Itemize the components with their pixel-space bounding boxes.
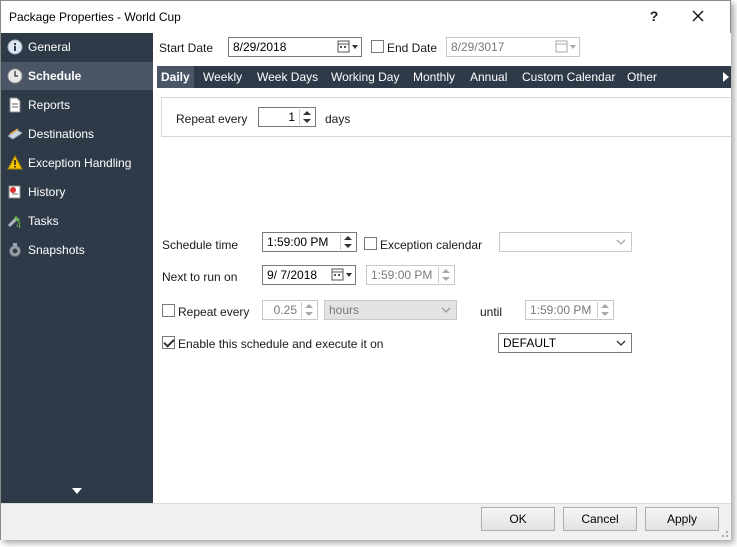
enable-schedule-label: Enable this schedule and execute it on bbox=[178, 337, 384, 351]
tab-working-day[interactable]: Working Day bbox=[327, 66, 403, 88]
stepper-arrows-icon[interactable] bbox=[340, 234, 355, 250]
next-run-time-value: 1:59:00 PM bbox=[371, 268, 433, 282]
clock-icon bbox=[7, 68, 23, 84]
tab-week-days[interactable]: Week Days bbox=[253, 66, 322, 88]
cancel-button[interactable]: Cancel bbox=[563, 507, 637, 531]
report-icon bbox=[9, 97, 21, 113]
next-run-time-input[interactable]: 1:59:00 PM bbox=[366, 265, 455, 285]
calendar-dropdown-icon[interactable] bbox=[555, 40, 577, 54]
history-icon bbox=[8, 185, 21, 199]
end-date-value: 8/29/3017 bbox=[451, 40, 505, 54]
sidebar-item-exception-handling[interactable]: Exception Handling bbox=[1, 149, 153, 177]
sidebar-item-label: Destinations bbox=[28, 127, 95, 141]
repeat-interval-value: 0.25 bbox=[273, 303, 297, 317]
stepper-arrows-icon[interactable] bbox=[438, 267, 453, 283]
execution-server-value: DEFAULT bbox=[503, 336, 557, 350]
window-title: Package Properties - World Cup bbox=[9, 10, 181, 24]
sidebar: General Schedule Reports Destinations Ex… bbox=[1, 33, 153, 503]
apply-button[interactable]: Apply bbox=[645, 507, 719, 531]
repeat-unit-select[interactable]: hours bbox=[324, 300, 457, 320]
schedule-tab-strip: Daily Weekly Week Days Working Day Month… bbox=[157, 66, 731, 88]
tab-scroll-right-icon[interactable] bbox=[723, 72, 729, 82]
end-date-picker[interactable]: 8/29/3017 bbox=[446, 37, 580, 57]
tab-weekly[interactable]: Weekly bbox=[199, 66, 246, 88]
warning-icon bbox=[7, 155, 23, 170]
repeat-until-time-value: 1:59:00 PM bbox=[530, 303, 592, 317]
sidebar-item-history[interactable]: History bbox=[1, 178, 153, 206]
stepper-arrows-icon[interactable] bbox=[299, 109, 314, 125]
stepper-arrows-icon[interactable] bbox=[301, 302, 316, 318]
title-bar: Package Properties - World Cup ? bbox=[1, 1, 730, 33]
repeat-days-stepper[interactable]: 1 bbox=[258, 107, 316, 127]
start-date-value: 8/29/2018 bbox=[233, 40, 287, 54]
tasks-icon: 4 bbox=[7, 216, 21, 229]
daily-panel: Repeat every 1 days bbox=[161, 97, 731, 137]
tab-monthly[interactable]: Monthly bbox=[409, 66, 459, 88]
close-icon bbox=[692, 10, 704, 22]
exception-calendar-select[interactable] bbox=[499, 232, 632, 252]
exception-calendar-checkbox[interactable] bbox=[364, 237, 377, 250]
tab-annual[interactable]: Annual bbox=[466, 66, 511, 88]
calendar-dropdown-icon[interactable] bbox=[331, 268, 353, 282]
tab-custom-calendar[interactable]: Custom Calendar bbox=[518, 66, 619, 88]
repeat-unit-value: hours bbox=[329, 303, 360, 317]
sidebar-item-label: General bbox=[28, 40, 71, 54]
repeat-until-time-input[interactable]: 1:59:00 PM bbox=[525, 300, 614, 320]
end-date-checkbox[interactable] bbox=[371, 40, 384, 53]
repeat-interval-stepper[interactable]: 0.25 bbox=[262, 300, 318, 320]
sidebar-item-label: Snapshots bbox=[28, 243, 85, 257]
package-properties-window: Package Properties - World Cup ? General… bbox=[0, 0, 731, 540]
repeat-days-value: 1 bbox=[288, 110, 295, 124]
next-run-date-value: 9/ 7/2018 bbox=[267, 268, 318, 282]
schedule-time-label: Schedule time bbox=[162, 238, 239, 252]
sidebar-item-label: Tasks bbox=[28, 214, 59, 228]
stepper-arrows-icon[interactable] bbox=[597, 302, 612, 318]
sidebar-item-label: Reports bbox=[28, 98, 71, 112]
repeat-every-checkbox[interactable] bbox=[162, 304, 175, 317]
start-date-picker[interactable]: 8/29/2018 bbox=[228, 37, 362, 57]
end-date-label: End Date bbox=[387, 41, 438, 55]
snapshot-icon bbox=[9, 243, 21, 257]
schedule-content: Start Date 8/29/2018 End Date 8/29/3017 … bbox=[153, 33, 731, 503]
svg-text:4: 4 bbox=[16, 221, 21, 229]
calendar-dropdown-icon[interactable] bbox=[337, 40, 359, 54]
sidebar-scroll-down-icon[interactable] bbox=[72, 488, 82, 494]
sidebar-item-tasks[interactable]: 4 Tasks bbox=[1, 207, 153, 235]
dialog-footer: OK Cancel Apply bbox=[1, 503, 731, 540]
schedule-time-input[interactable]: 1:59:00 PM bbox=[262, 232, 357, 252]
sidebar-item-destinations[interactable]: Destinations bbox=[1, 120, 153, 148]
repeat-every-days-label: Repeat every bbox=[176, 112, 248, 126]
sidebar-item-label: Schedule bbox=[28, 69, 82, 83]
chevron-down-icon bbox=[616, 340, 626, 346]
destination-icon bbox=[7, 128, 23, 140]
repeat-every-label: Repeat every bbox=[178, 305, 250, 319]
info-icon bbox=[7, 39, 23, 55]
execution-server-select[interactable]: DEFAULT bbox=[498, 333, 632, 353]
days-unit-label: days bbox=[325, 112, 351, 126]
tab-other[interactable]: Other bbox=[623, 66, 661, 88]
sidebar-item-reports[interactable]: Reports bbox=[1, 91, 153, 119]
tab-daily[interactable]: Daily bbox=[157, 66, 194, 88]
resize-grip-icon[interactable] bbox=[719, 528, 729, 538]
help-button[interactable]: ? bbox=[643, 5, 665, 27]
enable-schedule-checkbox[interactable] bbox=[162, 336, 175, 349]
sidebar-item-label: Exception Handling bbox=[28, 156, 132, 170]
close-button[interactable] bbox=[685, 5, 711, 27]
sidebar-item-general[interactable]: General bbox=[1, 33, 153, 61]
sidebar-item-schedule[interactable]: Schedule bbox=[1, 62, 153, 90]
chevron-down-icon bbox=[441, 307, 451, 313]
next-to-run-label: Next to run on bbox=[162, 270, 238, 284]
schedule-time-value: 1:59:00 PM bbox=[267, 235, 329, 249]
until-label: until bbox=[480, 305, 503, 319]
exception-calendar-label: Exception calendar bbox=[380, 238, 483, 252]
next-run-date-picker[interactable]: 9/ 7/2018 bbox=[262, 265, 356, 285]
sidebar-item-label: History bbox=[28, 185, 66, 199]
start-date-label: Start Date bbox=[159, 41, 214, 55]
chevron-down-icon bbox=[616, 239, 626, 245]
sidebar-item-snapshots[interactable]: Snapshots bbox=[1, 236, 153, 264]
ok-button[interactable]: OK bbox=[481, 507, 555, 531]
